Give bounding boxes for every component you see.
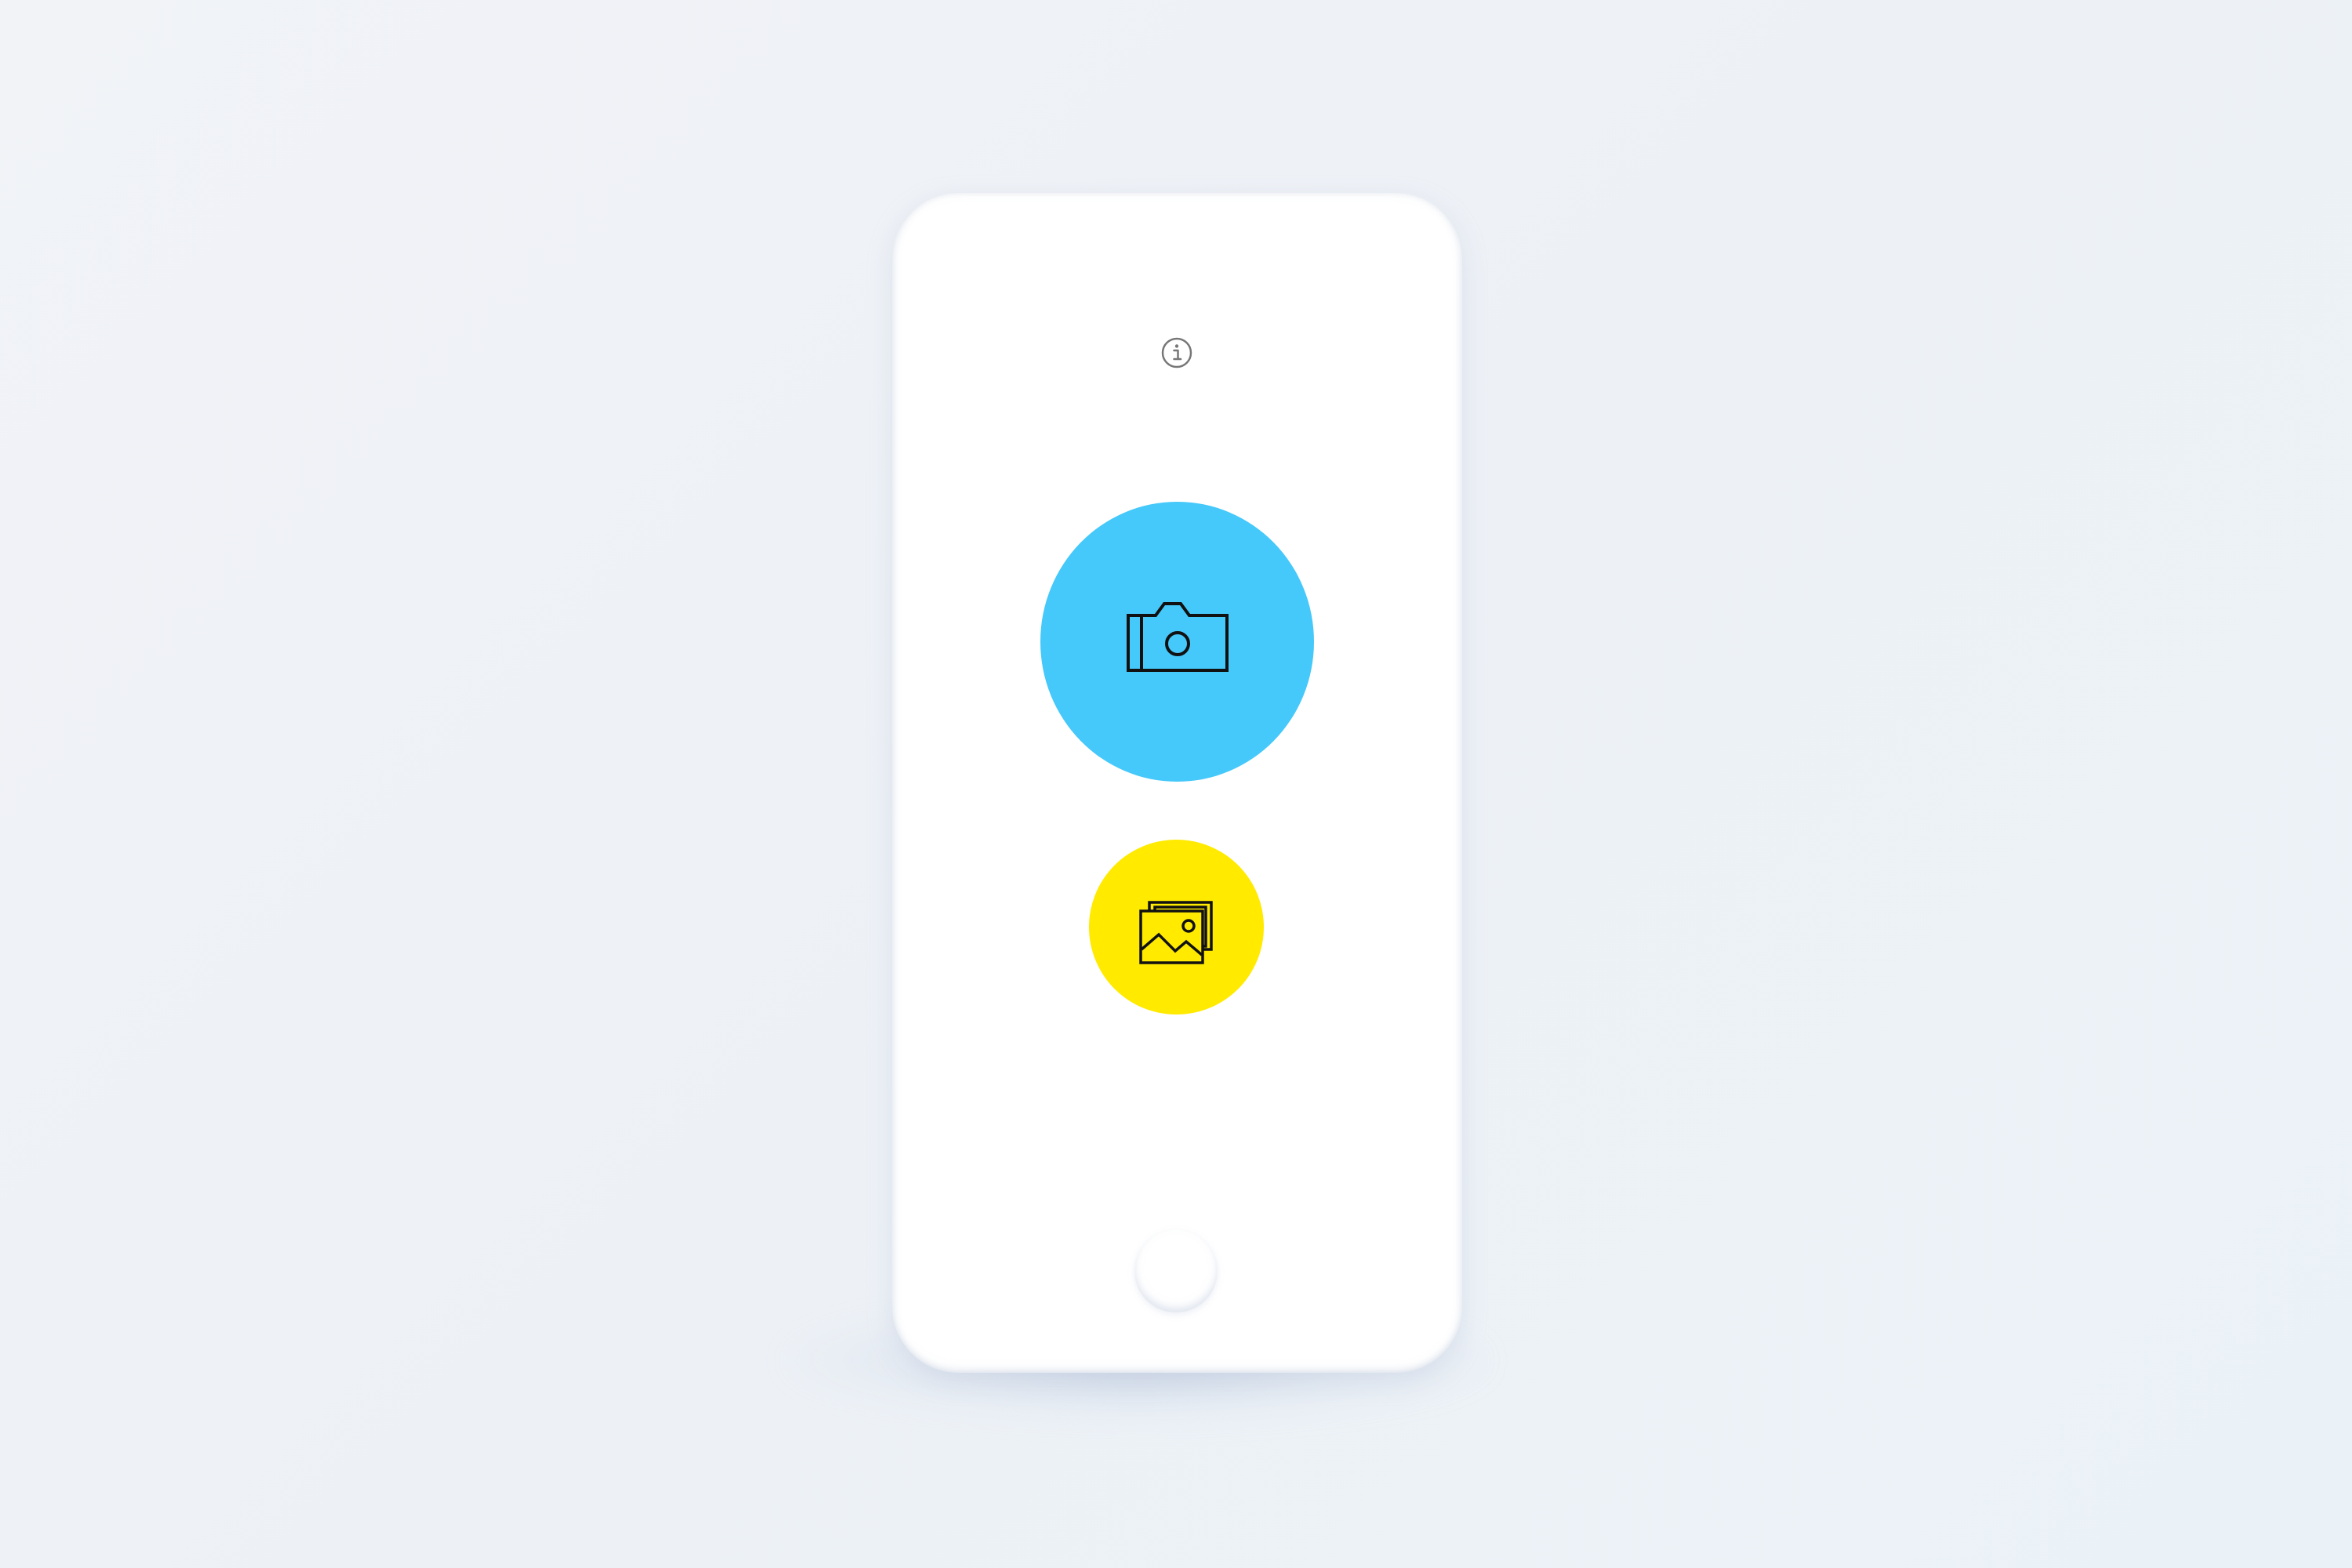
home-button[interactable] xyxy=(1134,1229,1218,1312)
camera-button[interactable] xyxy=(1040,502,1314,782)
image-gallery-icon xyxy=(1139,901,1214,965)
phone-frame xyxy=(892,193,1462,1373)
camera-icon xyxy=(1127,600,1229,672)
info-icon[interactable] xyxy=(1160,336,1193,369)
gallery-button[interactable] xyxy=(1089,840,1264,1014)
